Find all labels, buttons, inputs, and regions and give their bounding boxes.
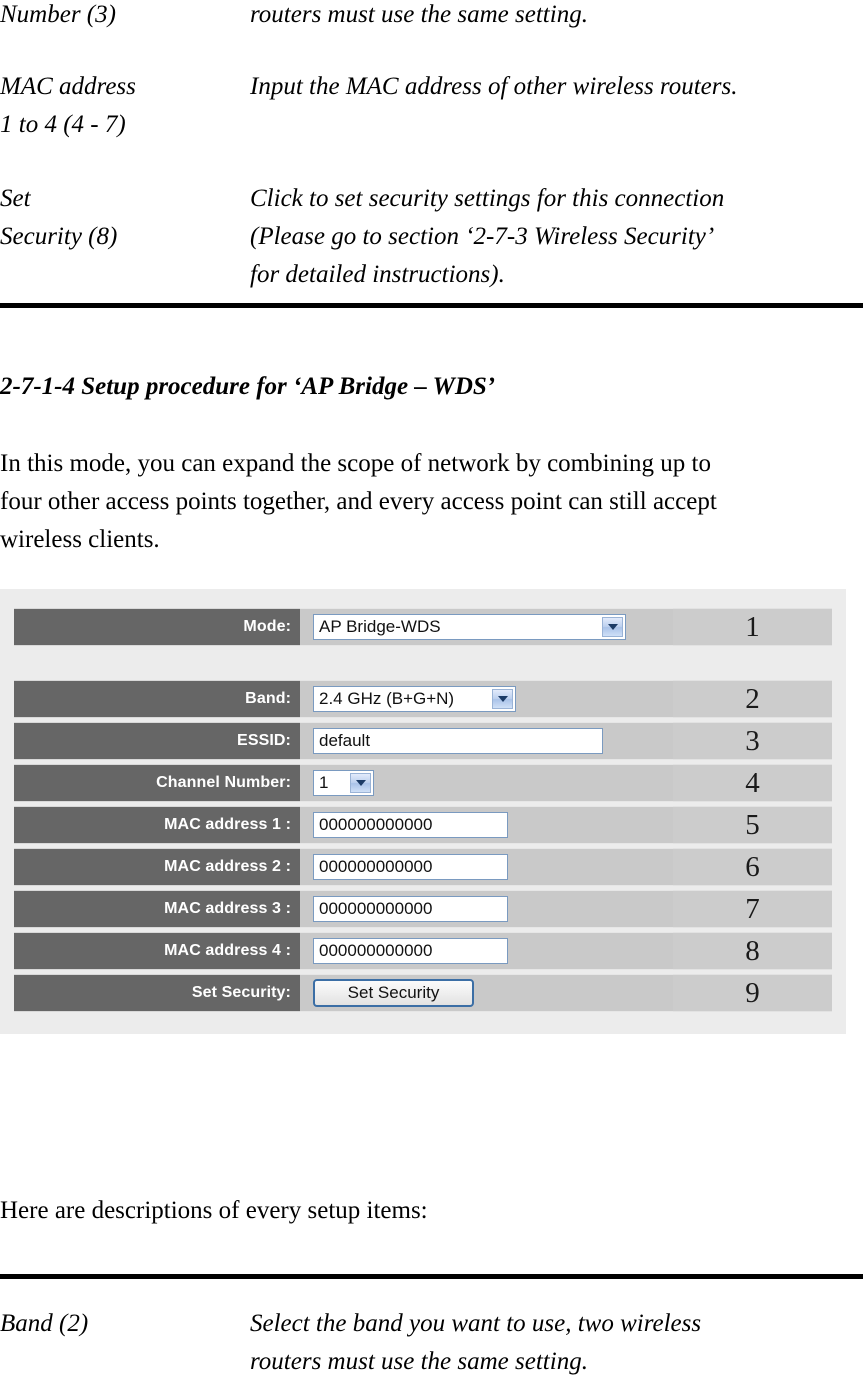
essid-input-value: default [319,731,371,750]
description-text: routers must use the same setting. [250,0,863,34]
row-control-mac-address-4: 000000000000 [300,932,673,970]
callout-number-3: 3 [673,722,832,760]
row-control-mac-address-3: 000000000000 [300,890,673,928]
callout-number-4: 4 [673,764,832,802]
description-entry-set-security: Set Security (8) Click to set security s… [0,180,863,294]
row-control-mac-address-2: 000000000000 [300,848,673,886]
row-control-band: 2.4 GHz (B+G+N) [300,680,673,718]
row-label-mac-address-3: MAC address 3 : [14,890,300,928]
form-row-band: Band: 2.4 GHz (B+G+N) [14,680,673,718]
form-row-set-security: Set Security: Set Security [14,974,673,1012]
channel-number-select-value: 1 [319,773,329,792]
term-line: MAC address [0,73,136,100]
term-label: Number (3) [0,0,250,34]
description-text: Input the MAC address of other wireless … [250,68,863,106]
horizontal-rule-bottom [0,1274,863,1279]
form-row-mac-address-3: MAC address 3 : 000000000000 [14,890,673,928]
callout-number-8: 8 [673,932,832,970]
description-line: Click to set security settings for this … [250,185,725,212]
chevron-down-icon[interactable] [492,689,513,709]
horizontal-rule-top [0,303,863,308]
row-control-mode: AP Bridge-WDS [300,608,673,646]
description-entry-mac-address: MAC address 1 to 4 (4 - 7) Input the MAC… [0,68,863,144]
callout-number-7: 7 [673,890,832,928]
after-figure-paragraph: Here are descriptions of every setup ite… [0,1192,863,1230]
intro-paragraph: In this mode, you can expand the scope o… [0,445,863,559]
description-line: (Please go to section ‘2-7-3 Wireless Se… [250,223,715,250]
form-row-mac-address-4: MAC address 4 : 000000000000 [14,932,673,970]
band-select-value: 2.4 GHz (B+G+N) [319,689,455,708]
mode-select[interactable]: AP Bridge-WDS [313,614,626,640]
intro-line: In this mode, you can expand the scope o… [0,450,711,477]
term-line: Security (8) [0,223,118,250]
description-line: routers must use the same setting. [250,1348,588,1375]
row-label-essid: ESSID: [14,722,300,760]
form-row-essid: ESSID: default [14,722,673,760]
description-entry-band: Band (2) Select the band you want to use… [0,1305,863,1381]
term-label: Set Security (8) [0,180,250,256]
essid-input[interactable]: default [313,728,603,754]
term-line: Band (2) [0,1310,89,1337]
row-label-mac-address-2: MAC address 2 : [14,848,300,886]
form-row-mac-address-2: MAC address 2 : 000000000000 [14,848,673,886]
row-label-channel-number: Channel Number: [14,764,300,802]
after-figure-line: Here are descriptions of every setup ite… [0,1197,428,1224]
mac-address-1-value: 000000000000 [319,815,433,834]
description-line: routers must use the same setting. [250,1,588,28]
mode-select-value: AP Bridge-WDS [319,617,441,636]
mac-address-1-input[interactable]: 000000000000 [313,812,508,838]
set-security-button[interactable]: Set Security [313,979,474,1007]
description-line: Input the MAC address of other wireless … [250,73,738,100]
description-text: Select the band you want to use, two wir… [250,1305,863,1381]
callout-number-6: 6 [673,848,832,886]
row-label-band: Band: [14,680,300,718]
mac-address-4-input[interactable]: 000000000000 [313,938,508,964]
set-security-button-label: Set Security [347,983,440,1002]
mac-address-4-value: 000000000000 [319,941,433,960]
term-line: Set [0,185,31,212]
mac-address-3-value: 000000000000 [319,899,433,918]
row-label-mac-address-4: MAC address 4 : [14,932,300,970]
row-control-set-security: Set Security [300,974,673,1012]
description-line: for detailed instructions). [250,261,505,288]
description-text: Click to set security settings for this … [250,180,863,294]
row-control-essid: default [300,722,673,760]
term-label: MAC address 1 to 4 (4 - 7) [0,68,250,144]
callout-number-1: 1 [673,608,832,646]
row-label-mac-address-1: MAC address 1 : [14,806,300,844]
row-label-mode: Mode: [14,608,300,646]
channel-number-select[interactable]: 1 [313,770,374,796]
callout-number-5: 5 [673,806,832,844]
row-control-mac-address-1: 000000000000 [300,806,673,844]
description-entry-number: Number (3) routers must use the same set… [0,0,863,34]
form-row-mac-address-1: MAC address 1 : 000000000000 [14,806,673,844]
mac-address-2-value: 000000000000 [319,857,433,876]
mac-address-3-input[interactable]: 000000000000 [313,896,508,922]
callout-number-2: 2 [673,680,832,718]
wireless-settings-panel: Mode: AP Bridge-WDS 1 Band: 2.4 GHz (B+G… [0,589,846,1034]
term-line: Number (3) [0,1,116,28]
term-label: Band (2) [0,1305,250,1343]
term-line: 1 to 4 (4 - 7) [0,111,126,138]
row-label-set-security: Set Security: [14,974,300,1012]
chevron-down-icon[interactable] [602,617,623,637]
row-control-channel-number: 1 [300,764,673,802]
description-line: Select the band you want to use, two wir… [250,1310,702,1337]
intro-line: wireless clients. [0,526,160,553]
section-heading: 2-7-1-4 Setup procedure for ‘AP Bridge –… [0,373,496,400]
form-row-mode: Mode: AP Bridge-WDS [14,608,673,646]
intro-line: four other access points together, and e… [0,488,717,515]
chevron-down-icon[interactable] [350,773,371,793]
mac-address-2-input[interactable]: 000000000000 [313,854,508,880]
form-row-channel-number: Channel Number: 1 [14,764,673,802]
callout-number-9: 9 [673,974,832,1012]
band-select[interactable]: 2.4 GHz (B+G+N) [313,686,516,712]
